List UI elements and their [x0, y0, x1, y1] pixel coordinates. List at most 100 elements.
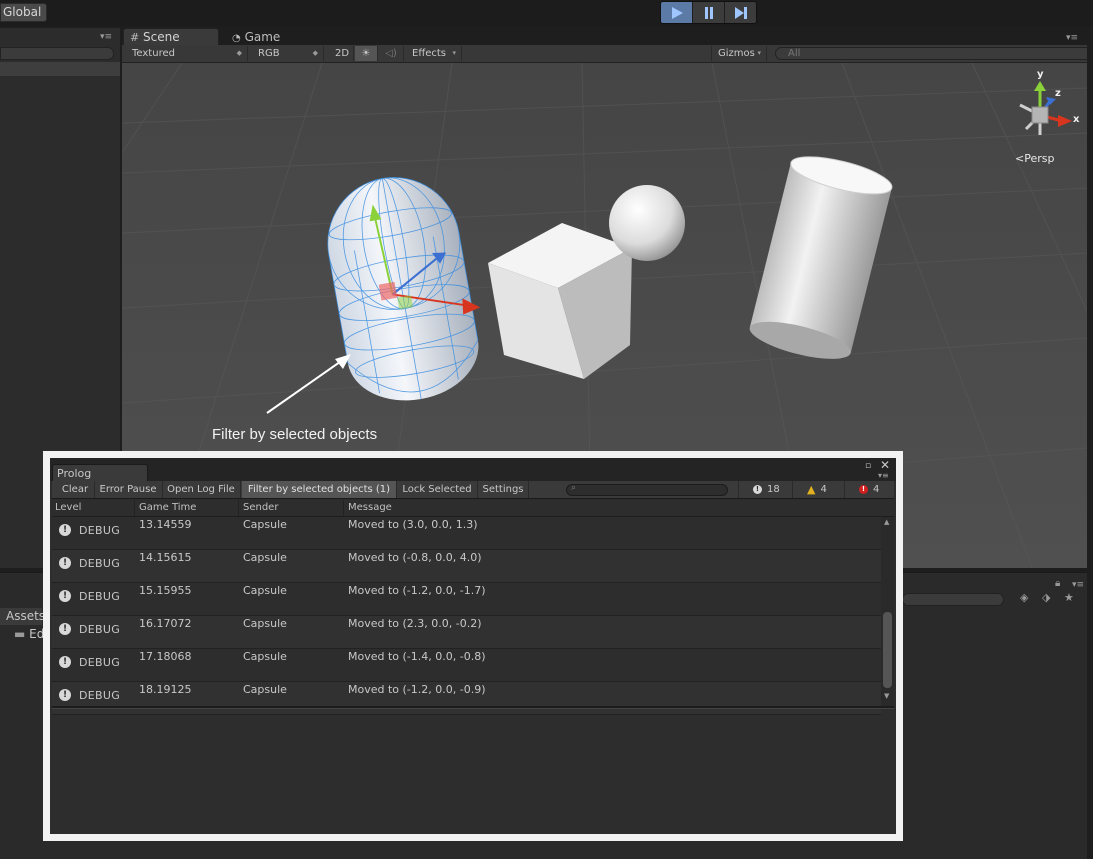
info-count-toggle[interactable]: ! 18 — [738, 481, 792, 498]
log-row[interactable]: ! DEBUG 18.19125 Capsule Moved to (-1.2,… — [52, 682, 881, 715]
assets-folder-row[interactable]: ▬ Ed — [14, 627, 44, 641]
column-divider[interactable] — [238, 500, 239, 516]
info-count: 18 — [767, 484, 780, 495]
filter-by-type-icon[interactable]: ◈ — [1020, 591, 1036, 605]
hierarchy-selected-row[interactable] — [0, 62, 120, 76]
render-mode-label: RGB — [258, 48, 280, 59]
prolog-search-input[interactable] — [566, 484, 728, 496]
clear-button[interactable]: Clear — [56, 481, 95, 498]
scene-audio-button[interactable]: ◁) — [379, 46, 404, 61]
project-search-input[interactable] — [902, 593, 1004, 606]
filter-by-selected-button[interactable]: Filter by selected objects (1) — [242, 481, 397, 498]
error-count: 4 — [873, 484, 880, 495]
debug-level-icon: ! — [59, 557, 71, 569]
log-message: Moved to (2.3, 0.0, -0.2) — [348, 617, 482, 630]
scene-search-input[interactable]: All — [775, 47, 1093, 60]
grid-icon: # — [130, 31, 140, 44]
favorites-star-icon[interactable]: ★ — [1064, 591, 1080, 605]
lock-icon[interactable]: 🔒︎ — [1055, 578, 1060, 589]
log-game-time: 16.17072 — [139, 617, 192, 630]
log-scrollbar-thumb[interactable] — [883, 612, 892, 688]
projection-label: Persp — [1024, 152, 1055, 165]
settings-button[interactable]: Settings — [478, 481, 529, 498]
sphere-object — [609, 185, 685, 261]
log-game-time: 13.14559 — [139, 518, 192, 531]
scene-menu-icon[interactable]: ▾≡ — [1066, 33, 1078, 43]
column-sender[interactable]: Sender — [243, 502, 278, 513]
debug-level-icon: ! — [59, 590, 71, 602]
open-log-file-button[interactable]: Open Log File — [162, 481, 241, 498]
log-level: DEBUG — [79, 689, 121, 702]
scroll-down-icon[interactable]: ▼ — [884, 692, 889, 700]
tab-game-label: Game — [244, 30, 281, 44]
log-row[interactable]: ! DEBUG 16.17072 Capsule Moved to (2.3, … — [52, 616, 881, 649]
error-pause-button[interactable]: Error Pause — [94, 481, 163, 498]
shading-mode-label: Textured — [132, 48, 175, 59]
render-mode-dropdown[interactable]: RGB ◆ — [252, 46, 324, 61]
log-level: DEBUG — [79, 557, 121, 570]
hierarchy-search-input[interactable] — [0, 47, 114, 60]
log-game-time: 17.18068 — [139, 650, 192, 663]
log-message: Moved to (-1.4, 0.0, -0.8) — [348, 650, 486, 663]
log-game-time: 14.15615 — [139, 551, 192, 564]
prolog-toolbar: Clear Error Pause Open Log File Filter b… — [52, 481, 894, 499]
search-icon: ⌕ — [571, 483, 577, 493]
warning-count-toggle[interactable]: ▲ 4 — [792, 481, 844, 498]
log-sender: Capsule — [243, 584, 287, 597]
column-game-time[interactable]: Game Time — [139, 502, 196, 513]
detail-splitter[interactable] — [52, 706, 894, 709]
column-level[interactable]: Level — [55, 502, 81, 513]
window-menu-icon[interactable]: ▾≡ — [878, 471, 889, 480]
prolog-titlebar — [50, 458, 896, 481]
column-message[interactable]: Message — [348, 502, 392, 513]
project-menu-icon[interactable]: ▾≡ — [1072, 580, 1084, 590]
close-icon[interactable]: ✕ — [880, 458, 890, 472]
speaker-icon: ◁) — [385, 48, 397, 59]
pivot-rotation-global-button[interactable]: Global — [0, 3, 48, 22]
info-icon: ! — [753, 485, 762, 494]
sun-icon: ☀ — [361, 48, 371, 59]
maximize-icon[interactable]: ▫ — [865, 461, 871, 471]
log-row[interactable]: ! DEBUG 14.15615 Capsule Moved to (-0.8,… — [52, 550, 881, 583]
assets-tab[interactable]: Assets — [0, 608, 45, 625]
error-icon: ! — [859, 485, 868, 494]
log-game-time: 18.19125 — [139, 683, 192, 696]
gizmo-axis-y-label: y — [1037, 69, 1044, 80]
effects-dropdown[interactable]: Effects ▾ — [406, 46, 462, 61]
gizmos-dropdown[interactable]: Gizmos ▾ — [711, 46, 767, 61]
projection-toggle[interactable]: <Persp — [1015, 152, 1054, 165]
log-message: Moved to (-0.8, 0.0, 4.0) — [348, 551, 482, 564]
filter-by-label-icon[interactable]: ⬗ — [1042, 591, 1058, 605]
gizmo-axis-z-label: z — [1055, 88, 1061, 99]
chevron-left-icon: < — [1015, 152, 1025, 165]
play-button[interactable] — [661, 2, 692, 23]
log-row[interactable]: ! DEBUG 17.18068 Capsule Moved to (-1.4,… — [52, 649, 881, 682]
tab-scene[interactable]: # Scene — [123, 28, 219, 45]
dropdown-arrow-icon: ▾ — [757, 49, 761, 57]
debug-level-icon: ! — [59, 524, 71, 536]
tab-game[interactable]: ◔ Game — [228, 29, 280, 46]
log-row[interactable]: ! DEBUG 15.15955 Capsule Moved to (-1.2,… — [52, 583, 881, 616]
log-level: DEBUG — [79, 590, 121, 603]
log-sender: Capsule — [243, 650, 287, 663]
dropdown-arrow-icon: ◆ — [236, 49, 242, 57]
pause-button[interactable] — [692, 2, 724, 23]
error-count-toggle[interactable]: ! 4 — [844, 481, 894, 498]
column-divider[interactable] — [343, 500, 344, 516]
step-button[interactable] — [724, 2, 756, 23]
gizmo-axis-x-label: x — [1073, 114, 1080, 125]
debug-level-icon: ! — [59, 689, 71, 701]
column-divider[interactable] — [134, 500, 135, 516]
toggle-2d-button[interactable]: 2D — [331, 46, 354, 61]
tab-prolog[interactable]: Prolog — [52, 464, 148, 481]
log-level: DEBUG — [79, 623, 121, 636]
log-row[interactable]: ! DEBUG 13.14559 Capsule Moved to (3.0, … — [52, 517, 881, 550]
pause-icon — [704, 6, 713, 19]
lock-selected-button[interactable]: Lock Selected — [397, 481, 478, 498]
shading-mode-dropdown[interactable]: Textured ◆ — [126, 46, 248, 61]
scene-lighting-button[interactable]: ☀ — [355, 46, 378, 61]
log-sender: Capsule — [243, 551, 287, 564]
scroll-up-icon[interactable]: ▲ — [884, 518, 889, 526]
panel-menu-icon[interactable]: ▾≡ — [100, 32, 112, 42]
tab-scene-label: Scene — [143, 30, 180, 44]
